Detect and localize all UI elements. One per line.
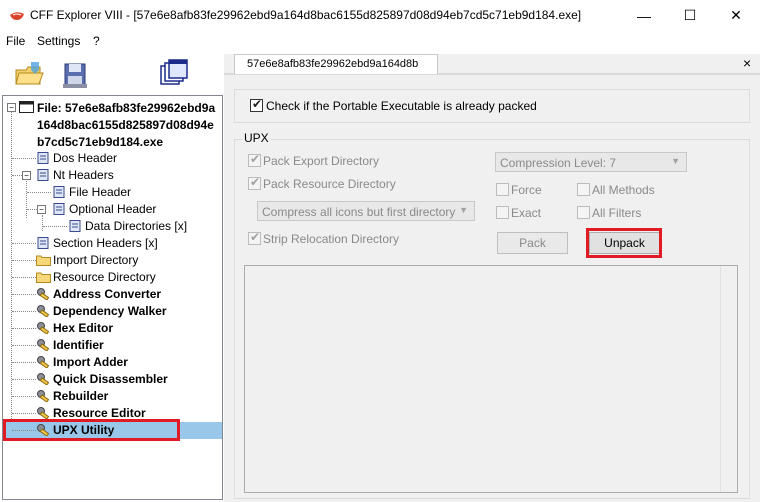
collapse-icon[interactable]: − — [22, 171, 31, 180]
tree-item-hex-editor[interactable]: Hex Editor — [3, 320, 222, 337]
highlight-box-upx-utility — [3, 419, 180, 441]
tree-item-file-header[interactable]: File Header — [3, 184, 222, 201]
strip-reloc-checkbox[interactable]: ✔ — [248, 230, 261, 245]
header-icon — [37, 237, 49, 249]
wrench-tool-icon — [37, 356, 50, 368]
wrench-tool-icon — [37, 305, 50, 317]
wrench-tool-icon — [37, 407, 50, 419]
pack-export-label: Pack Export Directory — [263, 154, 380, 168]
tree-item-nt-headers[interactable]: − Nt Headers — [3, 167, 222, 184]
tree-item-rebuilder[interactable]: Rebuilder — [3, 388, 222, 405]
close-button[interactable]: ✕ — [713, 0, 759, 31]
collapse-icon[interactable]: − — [37, 205, 46, 214]
toolbar — [0, 52, 225, 94]
tree-item-identifier[interactable]: Identifier — [3, 337, 222, 354]
wrench-tool-icon — [37, 373, 50, 385]
force-label: Force — [511, 183, 542, 197]
folder-icon — [36, 255, 51, 266]
output-scrollbar[interactable] — [720, 266, 737, 492]
tree-root-file[interactable]: − File: 57e6e8afb83fe29962ebd9a 164d8bac… — [3, 99, 222, 150]
compress-icons-dropdown[interactable]: Compress all icons but first directory ▼ — [257, 201, 475, 221]
check-packed-label: Check if the Portable Executable is alre… — [266, 99, 537, 113]
collapse-icon[interactable]: − — [7, 103, 16, 112]
all-methods-checkbox[interactable] — [577, 183, 590, 196]
wrench-tool-icon — [37, 288, 50, 300]
menu-settings[interactable]: Settings — [37, 34, 80, 48]
header-icon — [69, 220, 81, 232]
open-folder-icon[interactable] — [13, 58, 45, 90]
app-icon — [10, 12, 24, 20]
all-filters-label: All Filters — [592, 206, 642, 220]
tree-item-quick-disassembler[interactable]: Quick Disassembler — [3, 371, 222, 388]
header-icon — [37, 152, 49, 164]
all-methods-label: All Methods — [592, 183, 655, 197]
exact-label: Exact — [511, 206, 542, 220]
windows-icon[interactable] — [157, 58, 189, 90]
tree-item-resource-directory[interactable]: Resource Directory — [3, 269, 222, 286]
chevron-down-icon: ▼ — [459, 205, 468, 215]
pack-export-checkbox[interactable]: ✔ — [248, 152, 261, 167]
tree-item-section-headers[interactable]: Section Headers [x] — [3, 235, 222, 252]
tab-close-icon[interactable]: × — [743, 55, 751, 71]
tree-item-import-adder[interactable]: Import Adder — [3, 354, 222, 371]
header-icon — [37, 169, 49, 181]
menu-help[interactable]: ? — [93, 34, 100, 48]
title-bar: CFF Explorer VIII - [57e6e8afb83fe29962e… — [0, 0, 760, 31]
maximize-button[interactable]: ☐ — [667, 0, 713, 31]
tree-root-label-2: 164d8bac6155d825897d08d94e — [37, 118, 214, 132]
save-disk-icon[interactable] — [59, 58, 91, 90]
header-icon — [53, 203, 65, 215]
highlight-box-unpack — [586, 228, 662, 258]
pack-resource-checkbox[interactable]: ✔ — [248, 175, 261, 190]
minimize-button[interactable]: — — [621, 0, 667, 31]
menu-bar: File Settings ? — [0, 31, 760, 51]
tree-item-address-converter[interactable]: Address Converter — [3, 286, 222, 303]
window-file-icon — [19, 101, 34, 113]
force-checkbox[interactable] — [496, 183, 509, 196]
tab-file[interactable]: 57e6e8afb83fe29962ebd9a164d8b — [234, 54, 438, 75]
tree-root-label-3: b7cd5c71eb9d184.exe — [37, 135, 164, 149]
output-log-area[interactable] — [244, 265, 738, 493]
all-filters-checkbox[interactable] — [577, 206, 590, 219]
chevron-down-icon: ▼ — [671, 156, 680, 166]
folder-icon — [36, 272, 51, 283]
tree-item-dependency-walker[interactable]: Dependency Walker — [3, 303, 222, 320]
tree-item-dos-header[interactable]: Dos Header — [3, 150, 222, 167]
check-packed-checkbox[interactable]: ✔ — [250, 97, 263, 112]
menu-file[interactable]: File — [6, 34, 25, 48]
exact-checkbox[interactable] — [496, 206, 509, 219]
tree-item-import-directory[interactable]: Import Directory — [3, 252, 222, 269]
strip-reloc-label: Strip Relocation Directory — [263, 232, 400, 246]
window-title: CFF Explorer VIII - [57e6e8afb83fe29962e… — [30, 8, 582, 22]
header-icon — [53, 186, 65, 198]
pack-resource-label: Pack Resource Directory — [263, 177, 396, 191]
pack-button[interactable]: Pack — [497, 232, 568, 254]
tree-item-optional-header[interactable]: − Optional Header — [3, 201, 222, 218]
compression-level-dropdown[interactable]: Compression Level: 7 ▼ — [495, 152, 687, 172]
upx-group-label: UPX — [242, 131, 271, 145]
wrench-tool-icon — [37, 390, 50, 402]
wrench-tool-icon — [37, 339, 50, 351]
upx-utility-panel: ✔ Check if the Portable Executable is al… — [224, 74, 760, 502]
wrench-tool-icon — [37, 322, 50, 334]
tree-item-data-directories[interactable]: Data Directories [x] — [3, 218, 222, 235]
tree-root-label-1: File: 57e6e8afb83fe29962ebd9a — [37, 101, 216, 115]
